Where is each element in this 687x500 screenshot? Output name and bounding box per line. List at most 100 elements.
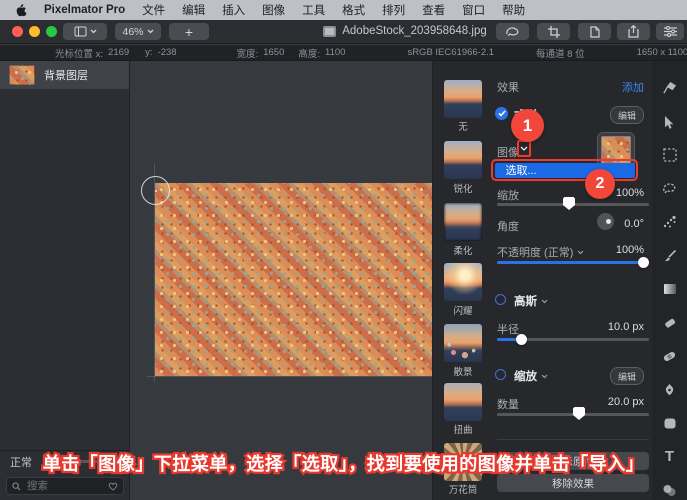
pen-tool[interactable] (658, 378, 682, 402)
shape-tool[interactable] (658, 411, 682, 435)
magic-select-icon (663, 215, 676, 228)
effect-thumb-sharpen[interactable] (444, 141, 482, 179)
effect-thumb-shine[interactable] (444, 263, 482, 301)
menu-item-window[interactable]: 窗口 (462, 2, 485, 18)
marquee-select-tool[interactable] (658, 143, 682, 167)
cursor-x-value: 2169 (108, 47, 130, 58)
checkmark-icon (497, 110, 506, 117)
effect-thumb-distort[interactable] (444, 383, 482, 421)
effect-thumb-soften[interactable] (444, 203, 482, 241)
remove-effects-button[interactable]: 移除效果 (497, 474, 649, 492)
menu-item-image[interactable]: 图像 (262, 2, 285, 18)
height-value: 1100 (325, 47, 346, 58)
app-menu-title[interactable]: Pixelmator Pro (44, 4, 125, 16)
quick-select-tool[interactable] (658, 210, 682, 234)
cursor-y-value: -238 (157, 47, 177, 58)
opacity-value: 100% (615, 244, 644, 256)
select-menu-item[interactable]: 选取... (494, 162, 635, 178)
retouch-tool[interactable] (658, 76, 682, 100)
layer-search-field[interactable] (6, 477, 124, 495)
overlap-circles-icon (663, 484, 676, 496)
angle-knob-dot (606, 219, 611, 224)
arrange-tool[interactable] (658, 110, 682, 134)
pen-nib-icon (665, 383, 674, 395)
step-1-badge: 1 (511, 109, 544, 142)
cursor-position-label: 光标位置 x: (55, 48, 104, 60)
airbrush-icon (663, 81, 677, 94)
tools-strip: T » (652, 61, 687, 500)
chevron-down-icon (147, 29, 153, 34)
zoom-level-button[interactable]: 46% (115, 23, 161, 40)
effect-label: 闪耀 (453, 306, 473, 317)
menu-item-view[interactable]: 查看 (422, 2, 445, 18)
image-dimensions: 1650 x 1100 72 dpi (636, 47, 687, 58)
zoom-edit-button[interactable]: 编辑 (609, 367, 644, 385)
zoom-section-radio[interactable] (495, 369, 506, 380)
add-effect-link[interactable]: 添加 (622, 79, 644, 95)
menu-item-help[interactable]: 帮助 (502, 2, 525, 18)
amount-value: 20.0 px (607, 396, 644, 408)
crop-icon (547, 25, 560, 38)
style-edit-button[interactable]: 编辑 (609, 106, 644, 124)
paint-tool[interactable] (658, 244, 682, 268)
apple-menu-icon[interactable] (14, 3, 27, 18)
channel-depth: 每通道 8 位 (536, 48, 585, 60)
effect-thumb-bokeh[interactable] (444, 324, 482, 362)
layer-thumbnail (9, 65, 35, 85)
gradient-tool[interactable] (658, 277, 682, 301)
effect-label: 锐化 (453, 184, 473, 195)
plus-icon: + (184, 23, 194, 40)
color-adjust-tool[interactable] (658, 478, 682, 500)
menu-item-tools[interactable]: 工具 (302, 2, 325, 18)
pixelmator-window: Pixelmator Pro 文件 编辑 插入 图像 工具 格式 排列 查看 窗… (0, 0, 687, 500)
document-proxy-icon (323, 25, 337, 37)
menu-item-format[interactable]: 格式 (342, 2, 365, 18)
document-title: AdobeStock_203958648.jpg (342, 25, 487, 37)
effect-thumb-none[interactable] (444, 80, 482, 118)
radius-slider-thumb[interactable] (516, 334, 527, 345)
menu-item-arrange[interactable]: 排列 (382, 2, 405, 18)
retouch-toolbar-button[interactable] (496, 23, 529, 40)
view-options-button[interactable] (63, 23, 107, 40)
menu-item-edit[interactable]: 编辑 (182, 2, 205, 18)
opacity-slider-thumb[interactable] (638, 257, 649, 268)
menu-item-insert[interactable]: 插入 (222, 2, 245, 18)
menu-item-file[interactable]: 文件 (142, 2, 165, 18)
eraser-icon (664, 318, 675, 328)
amount-slider-thumb[interactable] (573, 407, 585, 420)
window-toolbar: 46% + AdobeStock_203958648.jpg (0, 20, 687, 44)
export-toolbar-button[interactable] (617, 23, 650, 40)
lasso-select-tool[interactable] (658, 177, 682, 201)
width-value: 1650 (263, 47, 285, 58)
scale-slider-thumb[interactable] (563, 197, 575, 210)
new-document-toolbar-button[interactable] (578, 23, 611, 40)
rounded-shape-icon (664, 418, 675, 428)
gaussian-section-row[interactable]: 高斯 (514, 293, 548, 309)
inspector-divider (497, 439, 649, 440)
minimize-window-button[interactable] (29, 26, 40, 37)
radius-value: 10.0 px (607, 321, 644, 333)
gaussian-radio[interactable] (495, 294, 506, 305)
document-image[interactable] (155, 183, 437, 376)
style-checkbox[interactable] (495, 107, 508, 120)
scale-label: 缩放 (497, 190, 519, 202)
close-window-button[interactable] (12, 26, 23, 37)
eraser-tool[interactable] (658, 311, 682, 335)
repair-tool[interactable] (658, 344, 682, 368)
favorites-heart-icon[interactable] (108, 482, 118, 491)
menu-bar: Pixelmator Pro 文件 编辑 插入 图像 工具 格式 排列 查看 窗… (0, 0, 687, 20)
angle-knob[interactable] (597, 213, 614, 230)
opacity-label-row[interactable]: 不透明度 (正常) (497, 244, 584, 260)
zoom-level-value: 46% (122, 25, 144, 38)
effects-header: 效果 (497, 82, 519, 94)
zoom-section-row[interactable]: 缩放 (514, 368, 548, 384)
add-layer-button[interactable]: + (169, 23, 209, 40)
zoom-window-button[interactable] (46, 26, 57, 37)
scale-value: 100% (615, 187, 644, 199)
opacity-slider[interactable] (497, 261, 645, 264)
layer-row-background[interactable]: 背景图层 (0, 61, 129, 89)
search-input[interactable] (25, 479, 104, 493)
crop-toolbar-button[interactable] (537, 23, 570, 40)
image-dropdown-button[interactable] (517, 140, 531, 157)
settings-toolbar-button[interactable] (656, 23, 684, 40)
